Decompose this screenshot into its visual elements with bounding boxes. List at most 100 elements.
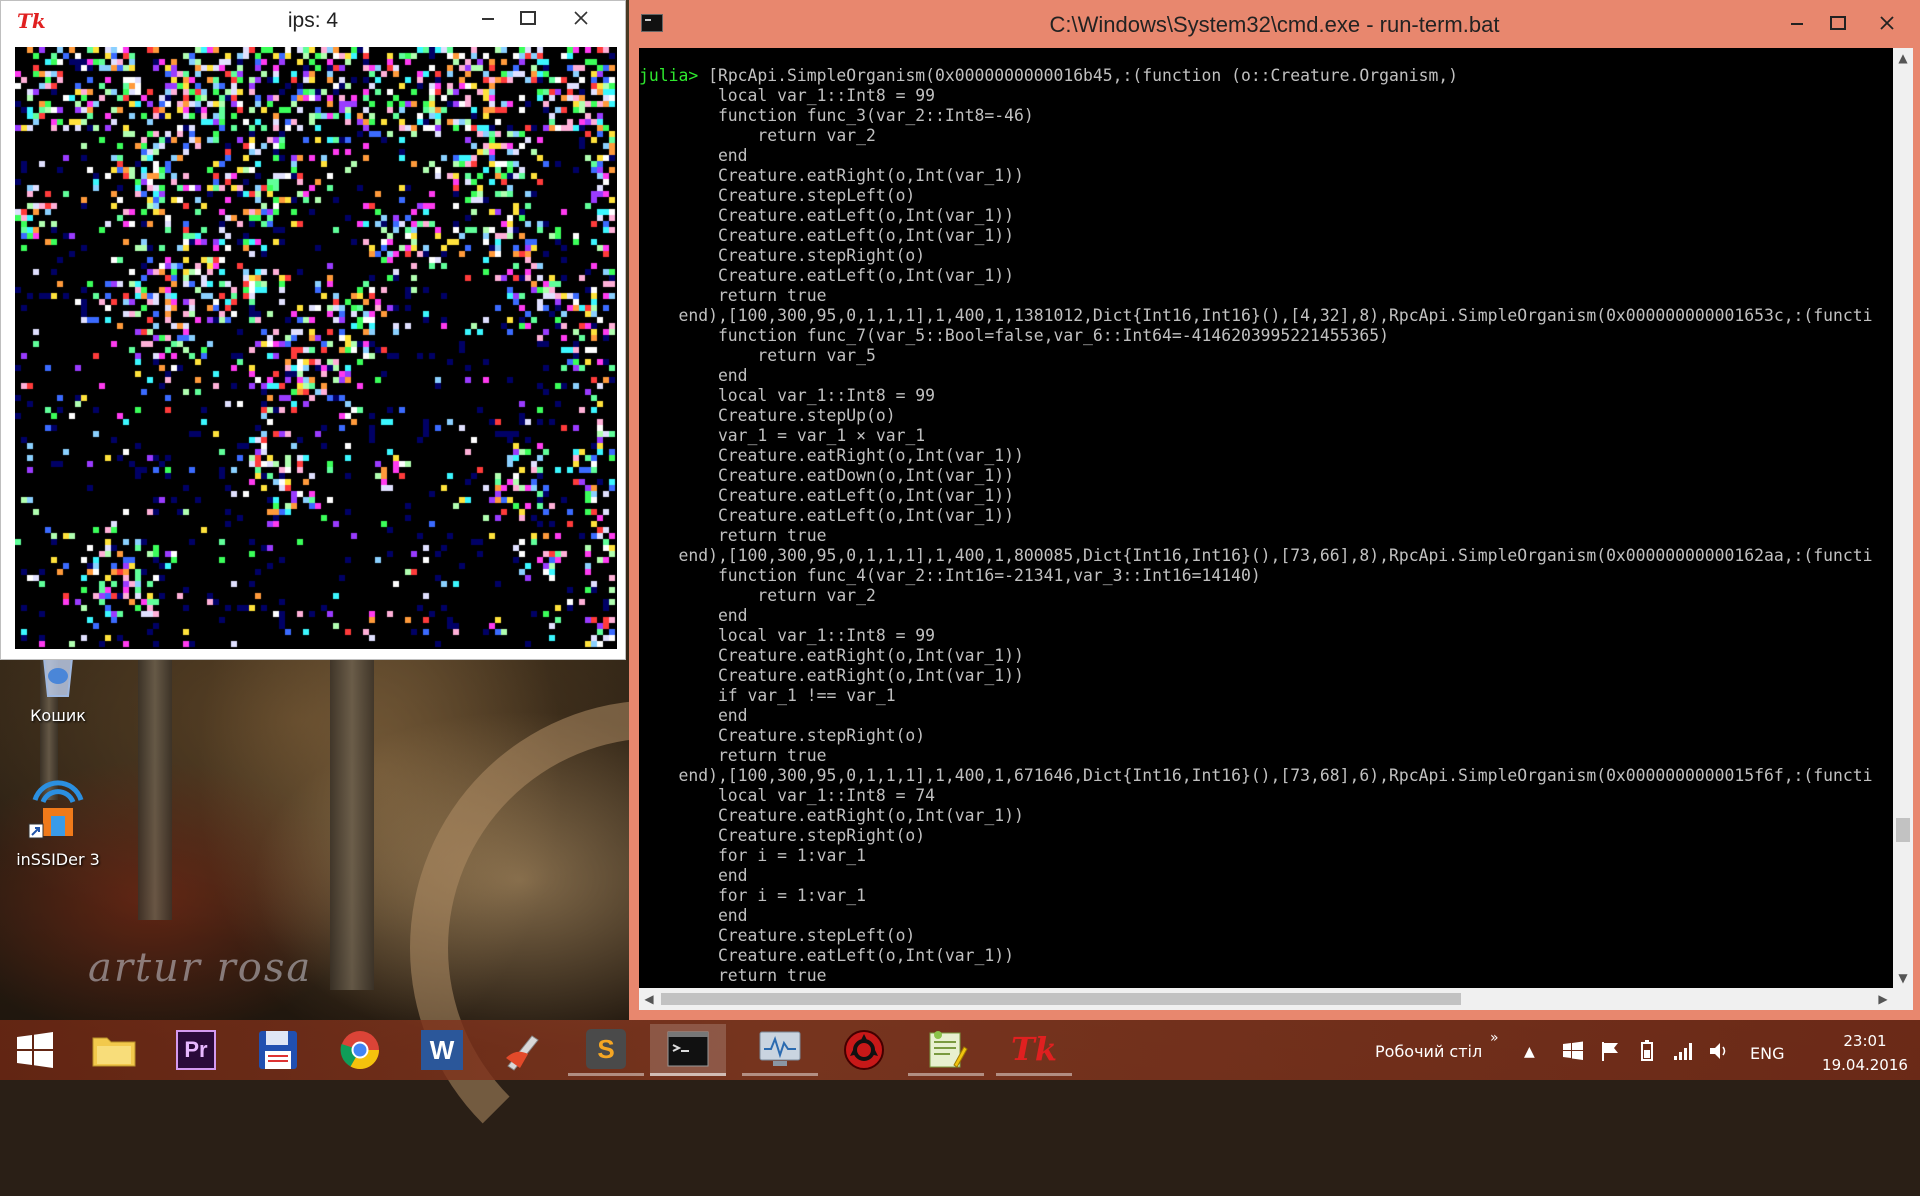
ccleaner-icon bbox=[506, 1035, 539, 1071]
console-line: local var_1::Int8 = 74 bbox=[639, 786, 936, 805]
scroll-right-arrow-icon[interactable]: ▶ bbox=[1873, 988, 1893, 1010]
console-output[interactable]: julia> [RpcApi.SimpleOrganism(0x00000000… bbox=[639, 48, 1893, 988]
toolbar-chevron-icon[interactable]: » bbox=[1490, 1030, 1499, 1046]
vertical-scrollbar[interactable]: ▲ ▼ bbox=[1893, 48, 1913, 988]
scroll-left-arrow-icon[interactable]: ◀ bbox=[639, 988, 659, 1010]
taskbar-premiere[interactable]: Pr bbox=[158, 1024, 234, 1076]
console-line: Creature.eatRight(o,Int(var_1)) bbox=[639, 666, 1024, 685]
taskbar-tk[interactable]: Tk bbox=[996, 1024, 1072, 1076]
console-line: Creature.eatLeft(o,Int(var_1)) bbox=[639, 266, 1014, 285]
scroll-thumb[interactable] bbox=[661, 993, 1461, 1005]
console-line: return true bbox=[639, 746, 827, 765]
console-line: end bbox=[639, 606, 748, 625]
taskbar-monitor[interactable] bbox=[742, 1024, 818, 1076]
console-line: julia> [RpcApi.SimpleOrganism(0x00000000… bbox=[639, 66, 1873, 86]
desktop-icon-recycle-bin[interactable]: Кошик bbox=[8, 652, 108, 725]
sublime-icon: S bbox=[586, 1028, 626, 1069]
console-line: Creature.stepLeft(o) bbox=[639, 926, 916, 945]
battery-icon[interactable] bbox=[1636, 1040, 1658, 1067]
cmd-titlebar[interactable]: C:\Windows\System32\cmd.exe - run-term.b… bbox=[629, 0, 1920, 46]
network-signal-icon[interactable] bbox=[1672, 1040, 1694, 1067]
console-line: function func_4(var_2::Int16=-21341,var_… bbox=[639, 566, 1261, 585]
maximize-icon bbox=[1830, 15, 1846, 30]
close-icon bbox=[1880, 15, 1894, 30]
console-line: Creature.eatLeft(o,Int(var_1)) bbox=[639, 226, 1014, 245]
clock-date[interactable]: 19.04.2016 bbox=[1820, 1056, 1910, 1074]
minimize-icon bbox=[1791, 22, 1803, 25]
cmd-window: C:\Windows\System32\cmd.exe - run-term.b… bbox=[629, 0, 1920, 1020]
folder-icon bbox=[92, 1037, 136, 1067]
taskbar-ccleaner[interactable] bbox=[486, 1024, 562, 1076]
console-line: if var_1 !== var_1 bbox=[639, 686, 896, 705]
console-line: end bbox=[639, 706, 748, 725]
console-line: return var_2 bbox=[639, 586, 876, 605]
taskbar-chrome[interactable] bbox=[322, 1024, 398, 1076]
console-line: Creature.stepUp(o) bbox=[639, 406, 896, 425]
volume-icon[interactable] bbox=[1708, 1040, 1730, 1067]
console-line: return true bbox=[639, 286, 827, 305]
console-line: Creature.eatLeft(o,Int(var_1)) bbox=[639, 486, 1014, 505]
minimize-button[interactable] bbox=[1774, 6, 1820, 38]
console-line: Creature.stepRight(o) bbox=[639, 246, 926, 265]
terminal-icon bbox=[667, 1031, 709, 1066]
console-line: Creature.eatRight(o,Int(var_1)) bbox=[639, 166, 1024, 185]
windows-update-icon[interactable] bbox=[1562, 1040, 1584, 1067]
taskbar-red-app[interactable] bbox=[826, 1024, 902, 1076]
console-command-text: [RpcApi.SimpleOrganism(0x0000000000016b4… bbox=[708, 66, 1459, 85]
console-line: return var_2 bbox=[639, 126, 876, 145]
floppy-disk-icon bbox=[259, 1031, 297, 1069]
tk-titlebar[interactable]: Tk ips: 4 bbox=[1, 1, 625, 45]
console-lines: julia> [RpcApi.SimpleOrganism(0x00000000… bbox=[639, 66, 1873, 986]
start-button[interactable] bbox=[0, 1024, 70, 1076]
word-icon: W bbox=[421, 1030, 463, 1070]
close-button[interactable] bbox=[549, 1, 613, 33]
language-indicator[interactable]: ENG bbox=[1750, 1044, 1784, 1063]
wallpaper-tree bbox=[138, 660, 172, 920]
console-line: for i = 1:var_1 bbox=[639, 846, 866, 865]
minimize-icon bbox=[482, 17, 494, 20]
close-icon bbox=[574, 10, 588, 25]
desktop-icon-inssider[interactable]: inSSIDer 3 bbox=[8, 770, 108, 869]
taskbar-sublime[interactable]: S bbox=[568, 1024, 644, 1076]
desktop-icon-label: inSSIDer 3 bbox=[16, 850, 100, 869]
console-line: Creature.stepRight(o) bbox=[639, 826, 926, 845]
console-line: function func_3(var_2::Int8=-46) bbox=[639, 106, 1034, 125]
organism-world-canvas[interactable] bbox=[15, 47, 617, 649]
scroll-thumb[interactable] bbox=[1896, 818, 1910, 842]
console-line: end),[100,300,95,0,1,1,1],1,400,1,671646… bbox=[639, 766, 1873, 785]
taskbar-word[interactable]: W bbox=[404, 1024, 480, 1076]
console-line: Creature.eatLeft(o,Int(var_1)) bbox=[639, 946, 1014, 965]
console-line: end),[100,300,95,0,1,1,1],1,400,1,138101… bbox=[639, 306, 1873, 325]
show-hidden-icons-icon[interactable]: ▲ bbox=[1524, 1044, 1535, 1060]
maximize-button[interactable] bbox=[1815, 6, 1861, 38]
window-title: C:\Windows\System32\cmd.exe - run-term.b… bbox=[1049, 12, 1500, 37]
maximize-button[interactable] bbox=[505, 1, 551, 33]
close-button[interactable] bbox=[1859, 6, 1915, 38]
resize-grip[interactable] bbox=[1893, 988, 1913, 1010]
taskbar: Pr W S Tk bbox=[0, 1020, 1920, 1080]
console-line: Creature.eatLeft(o,Int(var_1)) bbox=[639, 506, 1014, 525]
taskbar-notepadpp[interactable] bbox=[908, 1024, 984, 1076]
clock-time[interactable]: 23:01 bbox=[1830, 1032, 1900, 1050]
taskbar-cmd[interactable] bbox=[650, 1024, 726, 1076]
horizontal-scrollbar[interactable]: ◀ ▶ bbox=[639, 988, 1893, 1010]
red-circle-app-icon bbox=[844, 1030, 884, 1070]
monitor-icon bbox=[759, 1031, 801, 1066]
scroll-down-arrow-icon[interactable]: ▼ bbox=[1893, 968, 1913, 988]
console-line: function func_7(var_5::Bool=false,var_6:… bbox=[639, 326, 1389, 345]
console-line: Creature.eatRight(o,Int(var_1)) bbox=[639, 446, 1024, 465]
console-line: end bbox=[639, 866, 748, 885]
desktop-icon-label: Кошик bbox=[30, 706, 86, 725]
console-line: local var_1::Int8 = 99 bbox=[639, 386, 936, 405]
console-line: end bbox=[639, 366, 748, 385]
wallpaper-tree bbox=[330, 660, 374, 990]
notepad-icon bbox=[929, 1030, 968, 1068]
taskbar-save-app[interactable] bbox=[240, 1024, 316, 1076]
console-line: end bbox=[639, 146, 748, 165]
taskbar-file-explorer[interactable] bbox=[76, 1024, 152, 1076]
console-line: return true bbox=[639, 526, 827, 545]
desktop-toolbar-label[interactable]: Робочий стіл bbox=[1375, 1042, 1482, 1061]
console-line: Creature.stepRight(o) bbox=[639, 726, 926, 745]
action-center-flag-icon[interactable] bbox=[1600, 1040, 1622, 1067]
scroll-up-arrow-icon[interactable]: ▲ bbox=[1893, 48, 1913, 68]
